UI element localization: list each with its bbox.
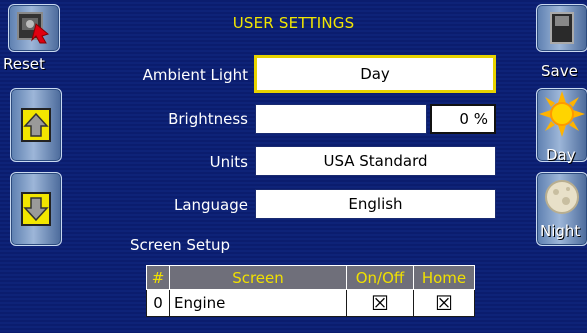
row-screen-name: Engine — [169, 289, 347, 317]
ambient-light-value: Day — [360, 65, 390, 83]
brightness-label: Brightness — [168, 110, 248, 128]
brightness-value-box: 0 % — [430, 104, 496, 134]
row-number: 0 — [146, 289, 170, 317]
day-label: Day — [546, 146, 576, 164]
moon-icon — [545, 180, 579, 214]
units-value: USA Standard — [323, 152, 428, 170]
sun-icon — [539, 91, 585, 137]
on-off-checkbox[interactable]: ☒ — [346, 289, 414, 317]
night-label: Night — [540, 222, 581, 240]
language-label: Language — [173, 196, 248, 214]
reset-label: Reset — [3, 55, 45, 73]
units-label: Units — [209, 153, 248, 171]
language-field[interactable]: English — [255, 189, 496, 219]
brightness-slider[interactable] — [255, 104, 427, 134]
arrow-up-icon — [21, 108, 51, 142]
save-label: Save — [541, 62, 578, 80]
ambient-light-label: Ambient Light — [142, 66, 248, 84]
language-value: English — [348, 195, 403, 213]
column-header-on-off: On/Off — [346, 265, 414, 290]
column-header-screen: Screen — [169, 265, 347, 290]
settings-screen: Reset Save Day Night USER SETTINGS Ambie… — [0, 0, 587, 333]
page-title: USER SETTINGS — [232, 14, 355, 32]
table-row[interactable]: 0 Engine ☒ ☒ — [146, 289, 475, 317]
ambient-light-field[interactable]: Day — [254, 55, 496, 93]
column-header-number: # — [146, 265, 170, 290]
screen-setup-table: # Screen On/Off Home 0 Engine ☒ ☒ — [146, 265, 475, 317]
units-field[interactable]: USA Standard — [255, 146, 496, 176]
arrow-down-icon — [21, 192, 51, 226]
home-checkbox[interactable]: ☒ — [413, 289, 475, 317]
column-header-home: Home — [413, 265, 475, 290]
scroll-up-button[interactable] — [10, 88, 62, 162]
screen-setup-heading: Screen Setup — [130, 236, 230, 254]
scroll-down-button[interactable] — [10, 172, 62, 246]
brightness-value: 0 % — [459, 110, 488, 128]
